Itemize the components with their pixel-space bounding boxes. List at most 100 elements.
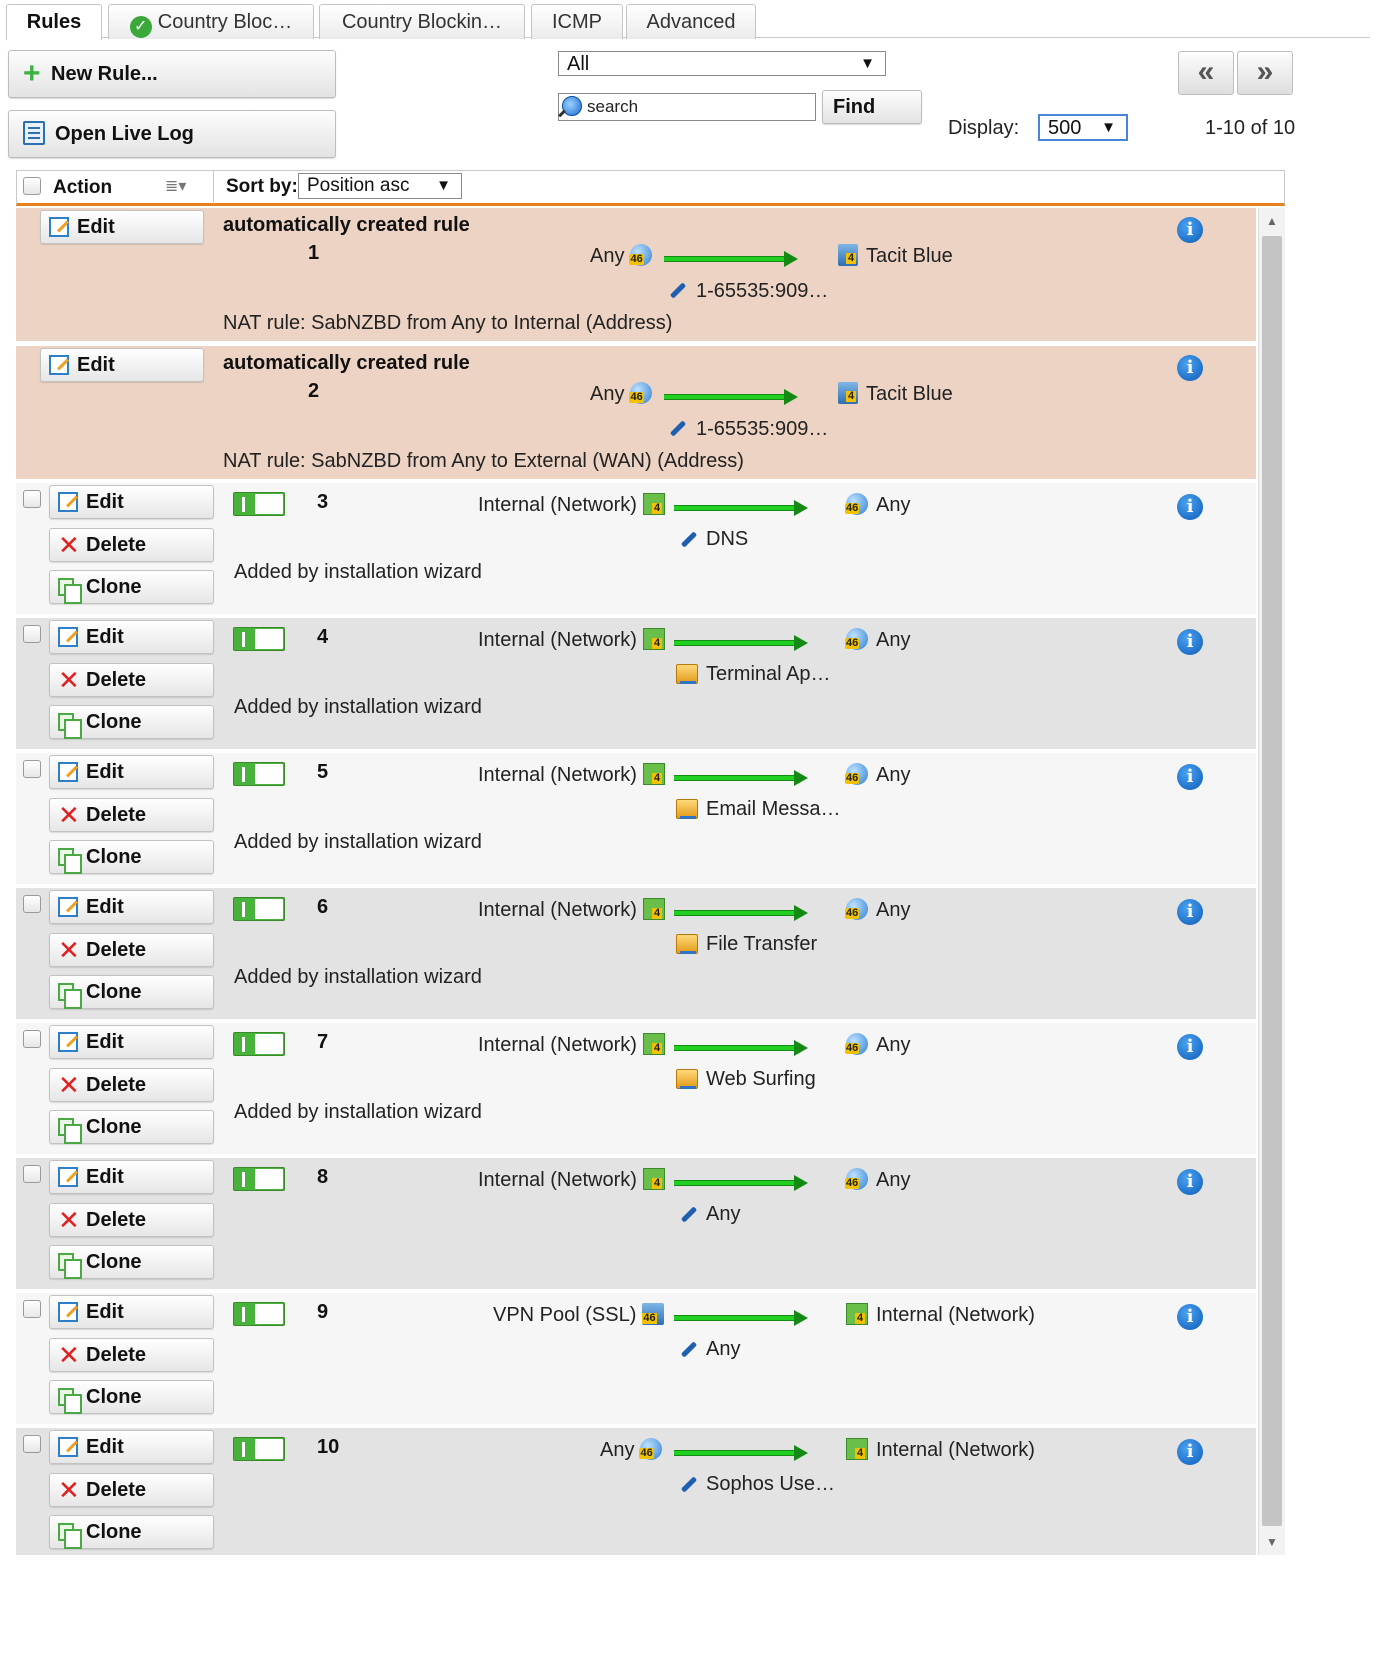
edit-icon [58, 1167, 78, 1187]
delete-icon: ✕ [58, 530, 80, 560]
row-checkbox[interactable] [23, 760, 41, 778]
row-checkbox[interactable] [23, 490, 41, 508]
info-icon[interactable]: i [1177, 764, 1203, 790]
edit-button[interactable]: Edit [49, 1295, 214, 1329]
scrollbar[interactable]: ▲ ▼ [1258, 208, 1285, 1555]
info-icon[interactable]: i [1177, 1169, 1203, 1195]
service-icon [667, 418, 687, 438]
info-icon[interactable]: i [1177, 217, 1203, 243]
filter-select[interactable]: All ▼ [558, 51, 886, 76]
rule-enable-toggle[interactable] [233, 492, 285, 516]
delete-button[interactable]: ✕ Delete [49, 1203, 214, 1237]
select-all-checkbox[interactable] [23, 177, 41, 195]
tab-country-blocking[interactable]: ✓ Country Bloc… [108, 4, 314, 39]
clone-button[interactable]: Clone [49, 1110, 214, 1144]
rule-row: Edit ✕ Delete Clone 7 Internal (Network) … [16, 1023, 1256, 1154]
info-icon[interactable]: i [1177, 494, 1203, 520]
direction-arrow-icon [674, 1310, 808, 1326]
info-icon[interactable]: i [1177, 1034, 1203, 1060]
column-menu-icon[interactable]: ≣▾ [165, 176, 186, 196]
info-icon[interactable]: i [1177, 355, 1203, 381]
tab-advanced[interactable]: Advanced [626, 4, 756, 39]
rule-comment: Added by installation wizard [234, 831, 482, 853]
network-icon [642, 1168, 665, 1190]
new-rule-button[interactable]: + New Rule... [8, 50, 336, 98]
rule-enable-toggle[interactable] [233, 627, 285, 651]
delete-button[interactable]: ✕ Delete [49, 1338, 214, 1372]
clone-label: Clone [86, 846, 142, 868]
rule-enable-toggle[interactable] [233, 1437, 285, 1461]
rule-row: Edit ✕ Delete Clone 4 Internal (Network) … [16, 618, 1256, 749]
info-icon[interactable]: i [1177, 629, 1203, 655]
rule-service: File Transfer [706, 933, 818, 955]
row-checkbox[interactable] [23, 1300, 41, 1318]
row-checkbox[interactable] [23, 1165, 41, 1183]
open-live-log-button[interactable]: Open Live Log [8, 110, 336, 158]
delete-button[interactable]: ✕ Delete [49, 663, 214, 697]
edit-icon [49, 217, 69, 237]
destination-label: Internal (Network) [876, 1439, 1035, 1461]
edit-button[interactable]: Edit [49, 620, 214, 654]
delete-button[interactable]: ✕ Delete [49, 798, 214, 832]
row-checkbox[interactable] [23, 1435, 41, 1453]
rule-enable-toggle[interactable] [233, 897, 285, 921]
rule-comment: Added by installation wizard [234, 966, 482, 988]
edit-button[interactable]: Edit [49, 755, 214, 789]
edit-button[interactable]: Edit [49, 1160, 214, 1194]
next-page-button[interactable]: » [1237, 51, 1293, 95]
rule-destination: Any [845, 1033, 911, 1057]
info-icon[interactable]: i [1177, 899, 1203, 925]
rule-source: VPN Pool (SSL) [493, 1303, 665, 1327]
clone-button[interactable]: Clone [49, 975, 214, 1009]
delete-button[interactable]: ✕ Delete [49, 1068, 214, 1102]
rule-enable-toggle[interactable] [233, 1032, 285, 1056]
search-input[interactable]: search [558, 93, 816, 121]
delete-button[interactable]: ✕ Delete [49, 933, 214, 967]
clone-button[interactable]: Clone [49, 1380, 214, 1414]
rule-enable-toggle[interactable] [233, 762, 285, 786]
previous-page-button[interactable]: « [1178, 51, 1234, 95]
vpn-pool-icon [642, 1303, 665, 1325]
rule-destination: Any [845, 493, 910, 517]
row-checkbox[interactable] [23, 895, 41, 913]
edit-button[interactable]: Edit [40, 348, 204, 382]
delete-button[interactable]: ✕ Delete [49, 528, 214, 562]
source-label: Internal (Network) [478, 1034, 637, 1056]
delete-label: Delete [86, 1479, 147, 1501]
tab-rules[interactable]: Rules [6, 4, 102, 40]
clone-button[interactable]: Clone [49, 840, 214, 874]
sort-select[interactable]: Position asc ▼ [298, 173, 462, 199]
info-icon[interactable]: i [1177, 1439, 1203, 1465]
table-header: Action ≣▾ Sort by: Position asc ▼ [16, 170, 1285, 206]
clone-button[interactable]: Clone [49, 1515, 214, 1549]
rule-enable-toggle[interactable] [233, 1302, 285, 1326]
display-select[interactable]: 500 ▼ [1038, 114, 1128, 141]
row-checkbox[interactable] [23, 1030, 41, 1048]
service-group-icon [676, 1069, 698, 1089]
row-checkbox[interactable] [23, 625, 41, 643]
destination-label: Any [876, 1034, 911, 1056]
tab-icmp[interactable]: ICMP [531, 4, 623, 39]
clone-button[interactable]: Clone [49, 705, 214, 739]
nat-rule-row: Edit automatically created rule 1 Any Ta… [16, 208, 1256, 341]
delete-button[interactable]: ✕ Delete [49, 1473, 214, 1507]
rule-source: Internal (Network) [478, 1168, 665, 1192]
edit-button[interactable]: Edit [49, 485, 214, 519]
clone-button[interactable]: Clone [49, 1245, 214, 1279]
edit-button[interactable]: Edit [49, 1025, 214, 1059]
edit-button[interactable]: Edit [40, 210, 204, 244]
scrollbar-thumb[interactable] [1262, 236, 1282, 1526]
rule-service: Terminal Ap… [706, 663, 831, 685]
edit-button[interactable]: Edit [49, 890, 214, 924]
scroll-down-icon[interactable]: ▼ [1266, 1535, 1278, 1549]
clone-button[interactable]: Clone [49, 570, 214, 604]
edit-button[interactable]: Edit [49, 1430, 214, 1464]
info-icon[interactable]: i [1177, 1304, 1203, 1330]
rule-comment: Added by installation wizard [234, 561, 482, 583]
tab-country-blocking-exceptions[interactable]: Country Blockin… [319, 4, 525, 39]
rule-position: 9 [317, 1301, 329, 1323]
rule-enable-toggle[interactable] [233, 1167, 285, 1191]
find-button[interactable]: Find [822, 90, 922, 124]
rule-source: Any [600, 1438, 663, 1462]
scroll-up-icon[interactable]: ▲ [1266, 214, 1278, 228]
